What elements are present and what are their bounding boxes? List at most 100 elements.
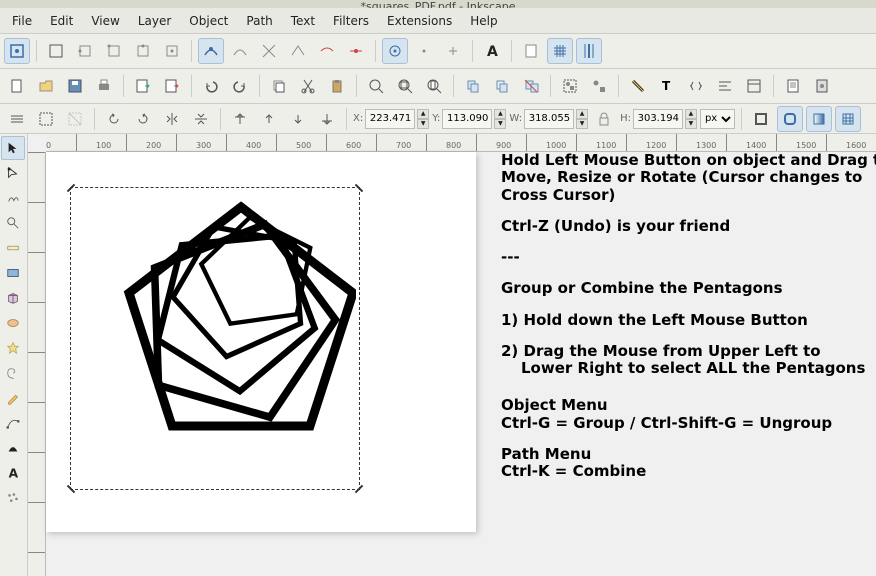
x-input[interactable] xyxy=(365,109,415,129)
lower-bottom-icon[interactable] xyxy=(314,106,340,132)
w-field[interactable]: W: ▲▼ xyxy=(509,109,588,129)
x-field[interactable]: X: ▲▼ xyxy=(353,109,429,129)
select-all-icon[interactable] xyxy=(33,106,59,132)
flip-v-icon[interactable] xyxy=(188,106,214,132)
w-input[interactable] xyxy=(524,109,574,129)
affect-pattern-icon[interactable] xyxy=(835,106,861,132)
snap-bbox-corner-icon[interactable] xyxy=(101,38,127,64)
zoom-drawing-icon[interactable] xyxy=(392,73,418,99)
document-text: Hold Left Mouse Button on object and Dra… xyxy=(501,152,876,494)
print-icon[interactable] xyxy=(91,73,117,99)
lower-icon[interactable] xyxy=(285,106,311,132)
duplicate-icon[interactable] xyxy=(460,73,486,99)
new-doc-icon[interactable] xyxy=(4,73,30,99)
menu-extensions[interactable]: Extensions xyxy=(379,12,460,30)
zoom-selection-icon[interactable] xyxy=(363,73,389,99)
menu-filters[interactable]: Filters xyxy=(325,12,377,30)
snap-guide-icon[interactable] xyxy=(576,38,602,64)
rotate-cw-icon[interactable] xyxy=(130,106,156,132)
y-field[interactable]: Y: ▲▼ xyxy=(432,109,506,129)
snap-intersection-icon[interactable] xyxy=(256,38,282,64)
snap-bbox-edge-icon[interactable] xyxy=(72,38,98,64)
snap-cusp-icon[interactable] xyxy=(285,38,311,64)
menu-edit[interactable]: Edit xyxy=(42,12,81,30)
copy-icon[interactable] xyxy=(266,73,292,99)
unit-select[interactable]: px xyxy=(700,109,735,129)
snap-midpoint-icon[interactable] xyxy=(343,38,369,64)
undo-icon[interactable] xyxy=(198,73,224,99)
export-icon[interactable] xyxy=(159,73,185,99)
raise-icon[interactable] xyxy=(256,106,282,132)
text-tool-icon[interactable]: A xyxy=(1,461,25,485)
rotate-ccw-icon[interactable] xyxy=(101,106,127,132)
h-input[interactable] xyxy=(633,109,683,129)
bezier-tool-icon[interactable] xyxy=(1,411,25,435)
align-dialog-icon[interactable] xyxy=(712,73,738,99)
snap-rotation-icon[interactable] xyxy=(440,38,466,64)
h-field[interactable]: H: ▲▼ xyxy=(620,109,697,129)
group-icon[interactable] xyxy=(557,73,583,99)
lock-aspect-icon[interactable] xyxy=(591,106,617,132)
pencil-tool-icon[interactable] xyxy=(1,386,25,410)
snap-page-icon[interactable] xyxy=(518,38,544,64)
tweak-tool-icon[interactable] xyxy=(1,186,25,210)
pentagon-drawing[interactable] xyxy=(76,192,356,482)
menu-path[interactable]: Path xyxy=(238,12,280,30)
menu-object[interactable]: Object xyxy=(181,12,236,30)
selector-tool-icon[interactable] xyxy=(1,136,25,160)
menu-view[interactable]: View xyxy=(83,12,127,30)
ellipse-tool-icon[interactable] xyxy=(1,311,25,335)
affect-stroke-icon[interactable] xyxy=(748,106,774,132)
snap-center-icon[interactable] xyxy=(411,38,437,64)
rect-tool-icon[interactable] xyxy=(1,261,25,285)
3dbox-tool-icon[interactable] xyxy=(1,286,25,310)
save-icon[interactable] xyxy=(62,73,88,99)
snap-path-icon[interactable] xyxy=(227,38,253,64)
unlink-clone-icon[interactable] xyxy=(518,73,544,99)
menu-layer[interactable]: Layer xyxy=(130,12,179,30)
raise-top-icon[interactable] xyxy=(227,106,253,132)
cut-icon[interactable] xyxy=(295,73,321,99)
zoom-page-icon[interactable] xyxy=(421,73,447,99)
redo-icon[interactable] xyxy=(227,73,253,99)
affect-gradient-icon[interactable] xyxy=(806,106,832,132)
spray-tool-icon[interactable] xyxy=(1,486,25,510)
clone-icon[interactable] xyxy=(489,73,515,99)
star-tool-icon[interactable] xyxy=(1,336,25,360)
canvas[interactable]: Hold Left Mouse Button on object and Dra… xyxy=(46,152,876,576)
calligraphy-tool-icon[interactable] xyxy=(1,436,25,460)
menu-text[interactable]: Text xyxy=(283,12,323,30)
snap-grid-icon[interactable] xyxy=(547,38,573,64)
flip-h-icon[interactable] xyxy=(159,106,185,132)
snap-bbox-midpoint-icon[interactable] xyxy=(130,38,156,64)
open-icon[interactable] xyxy=(33,73,59,99)
select-all-layers-icon[interactable] xyxy=(4,106,30,132)
menu-help[interactable]: Help xyxy=(462,12,505,30)
canvas-area[interactable]: 0 100 200 300 400 500 600 700 800 900 10… xyxy=(28,134,876,576)
input-devices-icon[interactable] xyxy=(809,73,835,99)
deselect-icon[interactable] xyxy=(62,106,88,132)
text-dialog-icon[interactable]: T xyxy=(654,73,680,99)
zoom-tool-icon[interactable] xyxy=(1,211,25,235)
snap-bbox-center-icon[interactable] xyxy=(159,38,185,64)
paste-icon[interactable] xyxy=(324,73,350,99)
snap-smooth-icon[interactable] xyxy=(314,38,340,64)
node-tool-icon[interactable] xyxy=(1,161,25,185)
y-input[interactable] xyxy=(442,109,492,129)
spiral-tool-icon[interactable] xyxy=(1,361,25,385)
prefs-icon[interactable] xyxy=(741,73,767,99)
snap-other-icon[interactable] xyxy=(382,38,408,64)
ungroup-icon[interactable] xyxy=(586,73,612,99)
snap-text-icon[interactable]: A xyxy=(479,38,505,64)
snap-bbox-icon[interactable] xyxy=(43,38,69,64)
ruler-vertical xyxy=(28,152,46,576)
xml-editor-icon[interactable] xyxy=(683,73,709,99)
measure-tool-icon[interactable] xyxy=(1,236,25,260)
affect-corners-icon[interactable] xyxy=(777,106,803,132)
import-icon[interactable] xyxy=(130,73,156,99)
menu-file[interactable]: File xyxy=(4,12,40,30)
fill-stroke-icon[interactable] xyxy=(625,73,651,99)
doc-prefs-icon[interactable] xyxy=(780,73,806,99)
snap-enable-icon[interactable] xyxy=(4,38,30,64)
snap-nodes-icon[interactable] xyxy=(198,38,224,64)
